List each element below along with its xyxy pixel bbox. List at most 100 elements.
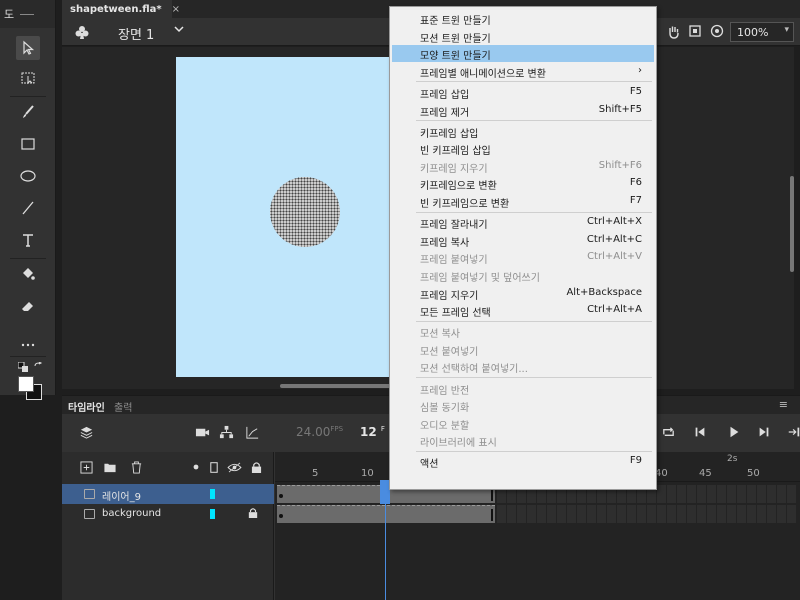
menu-item[interactable]: 모양 트윈 만들기 [392,45,654,63]
hand-icon[interactable] [666,24,682,40]
layer-color-swatch[interactable] [210,489,215,499]
highlight-layer-dot-icon[interactable] [188,459,204,475]
fit-stage-icon[interactable] [688,24,702,38]
menu-item-label: 모션 선택하여 붙여넣기... [420,364,528,376]
subselection-tool-icon[interactable] [16,66,40,90]
layer-icon [84,489,95,499]
layer-depth-icon[interactable] [218,424,234,440]
outline-toggle-icon[interactable] [206,459,222,475]
menu-item-label: 프레임 붙여넣기 [420,255,488,267]
tool-divider [10,96,46,97]
stroke-fill-color-swatch[interactable] [18,376,42,400]
fps-value: 24.00 [296,425,331,439]
zoom-select[interactable]: 100% ▾ [730,22,794,42]
menu-item[interactable]: 키프레임으로 변환 F6 [392,175,654,192]
stage-canvas[interactable] [176,57,410,377]
menu-item-label: 프레임 붙여넣기 및 덮어쓰기 [420,272,540,284]
menu-item: 모션 복사 [392,323,654,340]
time-marker: 2s [727,454,738,464]
trash-icon[interactable] [128,459,144,475]
menu-item[interactable]: 액션 F9 [392,453,654,470]
ruler-label: 10 [361,468,374,479]
add-layer-icon[interactable] [78,459,94,475]
paint-bucket-tool-icon[interactable] [16,262,40,286]
fps-readout[interactable]: 24.00FPS [296,425,343,439]
menu-item[interactable]: 프레임 잘라내기 Ctrl+Alt+X [392,214,654,231]
menu-item-label: 프레임 지우기 [420,290,479,302]
menu-item[interactable]: 프레임별 애니메이션으로 변환 › [392,63,654,80]
menu-item-label: 프레임 제거 [420,107,470,119]
panel-menu-icon[interactable] [20,13,35,15]
play-icon[interactable] [726,424,742,440]
menu-item[interactable]: 프레임 복사 Ctrl+Alt+C [392,232,654,249]
layers-stack-icon[interactable] [78,424,94,440]
rectangle-tool-icon[interactable] [16,132,40,156]
layer-color-swatch[interactable] [210,509,215,519]
tab-output[interactable]: 출력 [114,399,132,414]
vertical-scrollbar[interactable] [790,176,794,272]
lock-toggle-icon[interactable] [248,459,264,475]
layer-name[interactable]: background [102,508,161,519]
menu-item[interactable]: 빈 키프레임으로 변환 F7 [392,193,654,210]
selection-tool-icon[interactable] [16,36,40,60]
current-frame-unit: F [380,425,385,433]
more-tools-icon[interactable] [16,332,40,356]
document-tab[interactable]: shapetween.fla* × [62,0,180,18]
menu-item-label: 빈 키프레임으로 변환 [420,199,510,210]
menu-item: 프레임 반전 [392,380,654,397]
menu-item-shortcut: F9 [629,455,642,467]
menu-item[interactable]: 프레임 지우기 Alt+Backspace [392,285,654,302]
go-to-end-icon[interactable] [786,424,800,440]
empty-frame-cells[interactable] [497,505,797,523]
line-tool-icon[interactable] [16,196,40,220]
menu-separator [416,320,652,322]
menu-item-label: 프레임 반전 [420,385,470,397]
lock-icon[interactable] [248,507,258,522]
visibility-toggle-icon[interactable] [226,459,242,475]
layer-row-9[interactable]: 레이어_9 [62,484,274,504]
menu-separator [416,81,652,83]
menu-item: 심볼 동기화 [392,397,654,414]
layer-row-background[interactable]: background [62,504,274,524]
swap-colors-icon[interactable] [34,361,44,372]
frame-span[interactable] [277,505,495,523]
eraser-tool-icon[interactable] [16,294,40,318]
menu-item-label: 모든 프레임 선택 [420,308,491,320]
scene-selector-label[interactable]: 장면 1 [118,24,154,43]
menu-item-label: 프레임 잘라내기 [420,220,488,232]
current-frame-readout[interactable]: 12 F [360,425,385,439]
keyframe-dot[interactable] [279,494,283,498]
default-colors-icon[interactable] [17,361,28,372]
selected-circle-shape[interactable] [270,177,340,247]
menu-item[interactable]: 모션 트윈 만들기 [392,28,654,45]
menu-separator [416,120,652,122]
menu-item[interactable]: 프레임 삽입 F5 [392,84,654,101]
text-tool-icon[interactable] [16,228,40,252]
loop-icon[interactable] [660,424,676,440]
horizontal-scrollbar[interactable] [280,384,400,388]
menu-item-shortcut: F6 [629,177,642,189]
frame-row-background[interactable] [275,504,800,524]
menu-item-shortcut: Ctrl+Alt+X [587,216,642,228]
step-forward-icon[interactable] [756,424,772,440]
chevron-right-icon: › [638,64,642,76]
close-icon[interactable]: × [172,4,180,15]
graph-icon[interactable] [244,424,260,440]
scene-clubs-icon[interactable] [74,24,90,40]
brush-tool-icon[interactable] [16,100,40,124]
tab-timeline[interactable]: 타임라인 [68,399,105,414]
keyframe-dot[interactable] [279,514,283,518]
menu-item[interactable]: 키프레임 삽입 [392,123,654,140]
menu-item[interactable]: 표준 트윈 만들기 [392,10,654,27]
menu-item[interactable]: 모든 프레임 선택 Ctrl+Alt+A [392,302,654,319]
layer-name[interactable]: 레이어_9 [102,488,141,503]
folder-icon[interactable] [102,459,118,475]
menu-item[interactable]: 프레임 제거 Shift+F5 [392,102,654,119]
step-back-icon[interactable] [692,424,708,440]
oval-tool-icon[interactable] [16,164,40,188]
panel-menu-icon[interactable]: ≡ [779,398,788,411]
chevron-down-icon[interactable] [174,24,184,37]
clip-content-icon[interactable] [710,24,724,38]
camera-icon[interactable] [194,424,210,440]
menu-item[interactable]: 빈 키프레임 삽입 [392,140,654,157]
